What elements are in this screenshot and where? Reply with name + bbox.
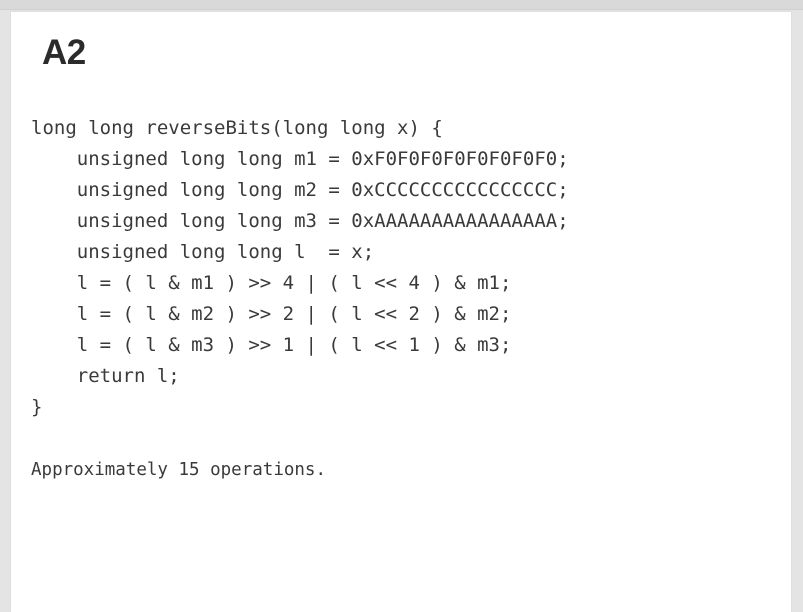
code-line: return l;	[31, 365, 180, 387]
code-line: }	[31, 396, 43, 418]
answer-card: A2 long long reverseBits(long long x) { …	[11, 12, 791, 612]
operations-note: Approximately 15 operations.	[31, 460, 327, 480]
code-line: l = ( l & m2 ) >> 2 | ( l << 2 ) & m2;	[31, 303, 512, 325]
code-line: unsigned long long m3 = 0xAAAAAAAAAAAAAA…	[31, 210, 569, 232]
code-line: unsigned long long m1 = 0xF0F0F0F0F0F0F0…	[31, 148, 569, 170]
code-line: l = ( l & m1 ) >> 4 | ( l << 4 ) & m1;	[31, 272, 512, 294]
code-line: l = ( l & m3 ) >> 1 | ( l << 1 ) & m3;	[31, 334, 512, 356]
answer-heading: A2	[42, 33, 86, 72]
code-line: unsigned long long m2 = 0xCCCCCCCCCCCCCC…	[31, 179, 569, 201]
code-line: unsigned long long l = x;	[31, 241, 375, 263]
code-line: long long reverseBits(long long x) {	[31, 117, 443, 139]
code-block: long long reverseBits(long long x) { uns…	[31, 113, 569, 423]
top-toolbar-strip	[0, 0, 803, 10]
